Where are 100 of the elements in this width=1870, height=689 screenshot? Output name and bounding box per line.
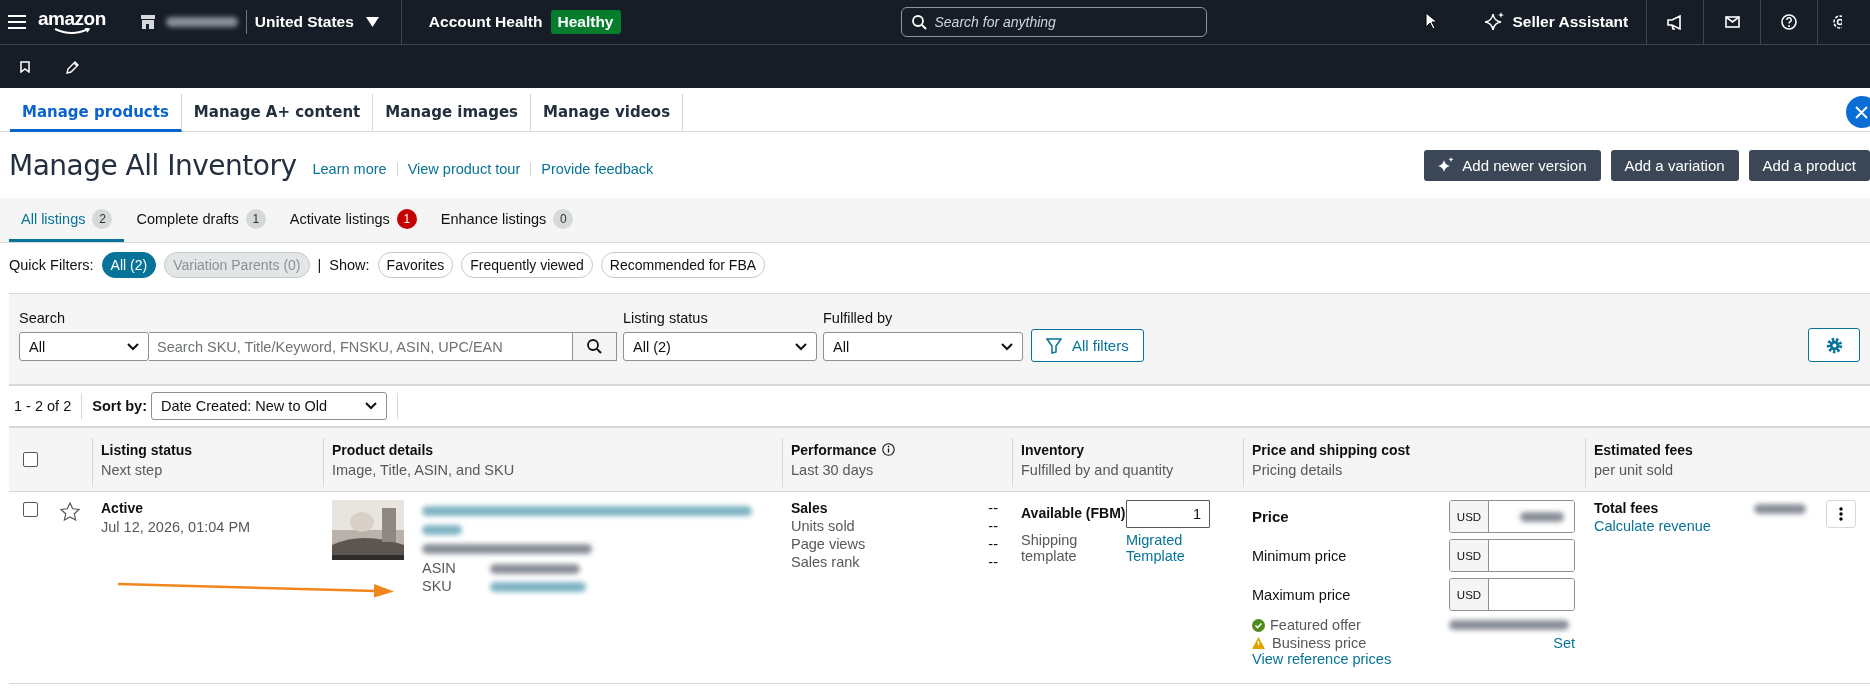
quantity-field[interactable]: 1 [1126, 500, 1210, 528]
column-header[interactable]: Inventory [1021, 441, 1243, 458]
action-button[interactable]: Add a variation [1610, 149, 1739, 181]
megaphone-icon[interactable] [1667, 14, 1684, 30]
metric-label: Sales rank [791, 554, 861, 570]
search-icon [911, 14, 927, 30]
shipping-template-link[interactable]: Migrated Template [1126, 532, 1196, 564]
featured-offer-text: Featured offer [1252, 617, 1449, 633]
action-button[interactable]: Add newer version [1424, 149, 1601, 181]
bookmark-icon[interactable] [20, 60, 30, 73]
all-filters-button[interactable]: All filters [1031, 329, 1144, 362]
filter-chip[interactable]: Frequently viewed [461, 252, 593, 278]
results-count: 1 - 2 of 2 [13, 398, 72, 414]
reference-prices-link[interactable]: View reference prices [1252, 651, 1575, 667]
search-field[interactable]: Search for anything [900, 7, 1207, 37]
action-button[interactable]: Add a product [1748, 149, 1870, 181]
filter-chip[interactable]: Favorites [377, 252, 454, 278]
page-tab[interactable]: Manage images [373, 94, 531, 132]
close-icon[interactable] [1855, 105, 1868, 119]
metric-label: Page views [791, 536, 867, 552]
set-link[interactable]: Set [1553, 635, 1575, 651]
column-subtitle: Pricing details [1252, 461, 1344, 478]
column-subtitle: Fulfilled by and quantity [1021, 461, 1175, 478]
listing-tab[interactable]: All listings 2 [9, 198, 125, 242]
status-dropdown[interactable]: All (2) [623, 332, 817, 361]
info-icon[interactable] [881, 443, 895, 456]
close-button[interactable] [1846, 96, 1870, 128]
caret-icon[interactable] [365, 17, 379, 27]
help-link[interactable]: View product tour [407, 161, 521, 177]
sort-dropdown[interactable]: Date Created: New to Old [151, 392, 387, 420]
blurred-text [422, 525, 462, 535]
field-label: Fulfilled by [823, 310, 894, 326]
chevron-down-icon [127, 342, 139, 351]
field-label: Listing status [623, 310, 709, 326]
page-tab[interactable]: Manage A+ content [181, 94, 374, 132]
filter-icon [1046, 337, 1062, 354]
row-checkbox[interactable] [23, 502, 38, 517]
separator-text: | [317, 257, 322, 273]
star-icon[interactable] [60, 502, 80, 521]
listing-tab[interactable]: Activate listings 1 [277, 198, 429, 242]
help-link[interactable]: Provide feedback [541, 161, 654, 177]
price-field[interactable]: USD [1449, 578, 1575, 611]
sparkle-icon [1438, 157, 1455, 173]
listing-tab[interactable]: Complete drafts 1 [124, 198, 278, 242]
status-badge: Healthy [550, 10, 621, 34]
metric-label: Sales [791, 500, 829, 516]
quick-filters-label: Quick Filters: [9, 257, 94, 273]
scope-dropdown[interactable]: All [19, 332, 149, 361]
chevron-down-icon [795, 342, 807, 351]
pencil-icon[interactable] [66, 59, 80, 74]
price-field[interactable]: USD [1449, 500, 1575, 533]
page-tab[interactable]: Manage products [10, 94, 182, 132]
column-header[interactable]: Price and shipping cost [1252, 441, 1585, 458]
filter-chip[interactable]: All (2) [101, 252, 157, 278]
page-title: Manage All Inventory [9, 148, 297, 182]
field-label: SKU [422, 578, 453, 594]
column-subtitle: Image, Title, ASIN, and SKU [332, 461, 516, 478]
blurred-text [1754, 504, 1806, 514]
marketplace-selector[interactable]: United States [254, 13, 354, 31]
column-header[interactable]: Product details [332, 441, 782, 458]
metric-label: Units sold [791, 518, 856, 534]
store-icon[interactable] [139, 15, 156, 29]
more-options-button[interactable] [1826, 500, 1856, 528]
column-header[interactable]: Estimated fees [1594, 441, 1870, 458]
seller-assistant-button[interactable]: Seller Assistant [1512, 13, 1629, 31]
metric-value: -- [988, 500, 998, 516]
search-field[interactable]: Search SKU, Title/Keyword, FNSKU, ASIN, UPC/EAN [149, 332, 573, 361]
settings-button[interactable] [1808, 328, 1860, 362]
availability-label: Available (FBM) [1021, 505, 1126, 521]
help-icon[interactable] [1781, 14, 1798, 30]
sparkle-icon[interactable] [1484, 12, 1505, 32]
sort-label: Sort by: [92, 398, 147, 414]
count-badge: 2 [92, 208, 113, 229]
help-link[interactable]: Learn more [312, 161, 387, 177]
column-subtitle: Next step [101, 461, 164, 478]
warning-icon [1252, 637, 1265, 649]
amazon-logo[interactable]: amazon [38, 9, 106, 35]
price-label: Minimum price [1252, 547, 1348, 564]
search-button[interactable] [573, 332, 617, 361]
account-health-label[interactable]: Account Health [428, 13, 543, 31]
fulfillment-dropdown[interactable]: All [823, 332, 1023, 361]
count-badge: 1 [396, 208, 417, 229]
count-badge: 0 [553, 208, 574, 229]
mail-icon[interactable] [1724, 16, 1740, 28]
column-header[interactable]: Listing status [101, 441, 323, 458]
fees-label: Total fees [1594, 500, 1659, 516]
chevron-down-icon [365, 402, 377, 410]
filter-chip[interactable]: Recommended for FBA [600, 252, 766, 278]
field-label: ASIN [422, 560, 457, 576]
page-tab[interactable]: Manage videos [531, 94, 684, 132]
listing-tab[interactable]: Enhance listings 0 [428, 198, 586, 242]
cursor-icon [1425, 12, 1437, 30]
column-header[interactable]: Performance [791, 441, 1012, 458]
date-text: Jul 12, 2026, 01:04 PM [101, 519, 252, 535]
status-text: Active [101, 500, 145, 516]
metric-value: -- [988, 536, 998, 552]
calculate-revenue-link[interactable]: Calculate revenue [1594, 518, 1711, 534]
select-all-checkbox[interactable] [23, 452, 38, 467]
price-field[interactable]: USD [1449, 539, 1575, 572]
menu-icon[interactable] [8, 15, 26, 29]
